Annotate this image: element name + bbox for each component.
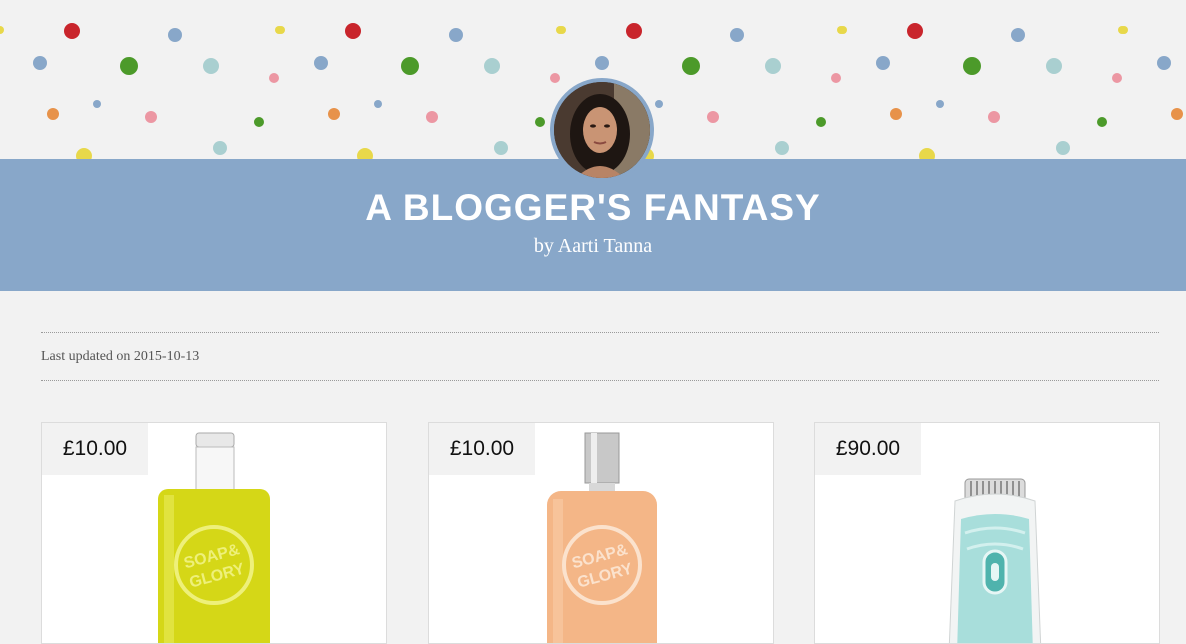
last-updated: Last updated on 2015-10-13 xyxy=(41,349,200,364)
product-price: £10.00 xyxy=(42,423,148,475)
author-avatar[interactable] xyxy=(550,78,654,182)
product-price: £10.00 xyxy=(429,423,535,475)
product-price: £90.00 xyxy=(815,423,921,475)
product-card[interactable]: £10.00 SOAP& GLORY xyxy=(428,422,774,644)
divider-bottom xyxy=(41,380,1159,381)
product-card[interactable]: £90.00 xyxy=(814,422,1160,644)
divider-top xyxy=(41,332,1159,333)
product-card[interactable]: £10.00 SOAP& GLORY xyxy=(41,422,387,644)
author-photo xyxy=(554,82,650,178)
site-byline: by Aarti Tanna xyxy=(533,235,653,257)
site-title[interactable]: A BLOGGER'S FANTASY xyxy=(0,187,1186,229)
